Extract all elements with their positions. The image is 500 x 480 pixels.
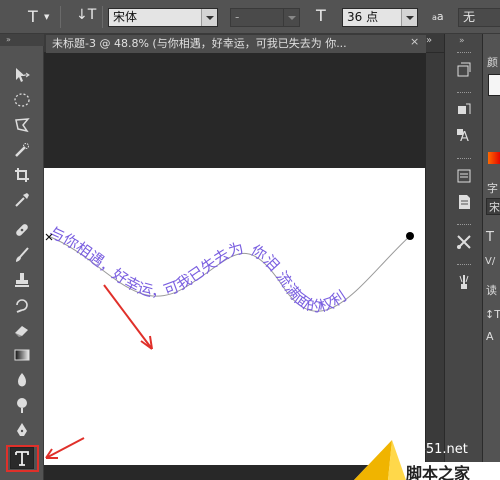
healing-brush-tool-icon[interactable]: [10, 219, 34, 241]
panel-grip[interactable]: [457, 264, 471, 266]
text-orientation-icon[interactable]: ↓T: [76, 7, 96, 23]
history-brush-tool-icon[interactable]: [10, 294, 34, 316]
panel-content-column: 颜 字 宋 T V/ 读 ↕T A: [484, 34, 500, 480]
tools-panel: »: [0, 34, 44, 480]
color-ramp[interactable]: [488, 152, 500, 164]
watermark-name: 脚本之家: [406, 464, 471, 480]
separator: [102, 6, 103, 28]
marquee-tool-icon[interactable]: [10, 89, 34, 111]
font-size-icon: T: [316, 6, 326, 25]
dodge-tool-icon[interactable]: [10, 394, 34, 416]
brush-tool-icon[interactable]: [10, 244, 34, 266]
watermark-site: jb51.net: [414, 442, 468, 457]
watermark: jb51.net 脚本之家: [354, 432, 500, 480]
chevron-down-icon[interactable]: [283, 9, 299, 26]
anti-alias-select[interactable]: 无: [458, 8, 500, 27]
annotation-arrows: [45, 284, 153, 459]
tracking-icon: 读: [486, 284, 497, 297]
character-panel-label[interactable]: 字: [487, 180, 498, 196]
eraser-tool-icon[interactable]: [10, 319, 34, 341]
pen-tool-icon[interactable]: [10, 419, 34, 441]
font-size-value: 36 点: [347, 10, 379, 24]
collapse-toggle[interactable]: »: [459, 36, 465, 46]
vertical-scale-icon: ↕T: [485, 308, 500, 321]
panel-grip[interactable]: [457, 224, 471, 226]
anti-alias-icon: aa: [432, 10, 444, 23]
paragraph-panel-icon[interactable]: [454, 100, 474, 120]
font-family-select[interactable]: 宋体: [108, 8, 218, 27]
workspace: 与你相遇，好幸运，可我已失去为 你泪 流满面的权利: [44, 53, 444, 480]
more-tabs-icon[interactable]: »: [426, 35, 432, 46]
close-icon[interactable]: ×: [410, 35, 419, 48]
panel-grip[interactable]: [457, 92, 471, 94]
right-panel-dock: » A 颜 字 宋 T V/ 读 ↕T A: [444, 34, 500, 480]
anti-alias-value: 无: [463, 10, 476, 24]
document-tab-bar: 未标题-3 @ 48.8% (与你相遇，好幸运，可我已失去为 你... × »: [44, 34, 444, 53]
panel-icons-column: » A: [445, 34, 483, 480]
collapse-toggle[interactable]: »: [0, 34, 44, 46]
clone-stamp-tool-icon[interactable]: [10, 269, 34, 291]
panel-grip[interactable]: [457, 52, 471, 54]
panel-grip[interactable]: [457, 158, 471, 160]
leading-icon: T: [486, 230, 494, 245]
chevron-down-icon[interactable]: ▼: [44, 13, 49, 21]
document-tab[interactable]: 未标题-3 @ 48.8% (与你相遇，好幸运，可我已失去为 你...: [46, 35, 426, 53]
color-panel-label[interactable]: 颜: [487, 54, 498, 70]
blur-tool-icon[interactable]: [10, 369, 34, 391]
baseline-shift-icon: A: [486, 330, 494, 343]
history-panel-icon[interactable]: [454, 60, 474, 80]
font-family-value: 宋体: [113, 10, 138, 24]
font-style-select[interactable]: -: [230, 8, 300, 27]
move-tool-icon[interactable]: [10, 64, 34, 86]
document-tab-title: 未标题-3 @ 48.8% (与你相遇，好幸运，可我已失去为 你...: [52, 37, 347, 50]
gradient-tool-icon[interactable]: [10, 344, 34, 366]
tool-presets-icon[interactable]: [454, 232, 474, 252]
font-style-value: -: [235, 10, 240, 24]
options-bar: T ▼ ↓T 宋体 - T 36 点 aa 无: [0, 0, 500, 34]
type-tool-preset-icon[interactable]: T: [28, 7, 38, 26]
crop-tool-icon[interactable]: [10, 164, 34, 186]
chevron-down-icon[interactable]: [201, 9, 217, 26]
eyedropper-tool-icon[interactable]: [10, 189, 34, 211]
kerning-icon: V/: [485, 256, 496, 267]
notes-panel-icon[interactable]: [454, 192, 474, 212]
font-size-select[interactable]: 36 点: [342, 8, 418, 27]
foreground-color-swatch[interactable]: [488, 74, 500, 96]
highlight-box: [6, 445, 39, 472]
separator: [60, 6, 61, 28]
character-font-field[interactable]: 宋: [486, 198, 500, 215]
character-styles-icon[interactable]: A: [454, 126, 474, 146]
chevron-down-icon[interactable]: [401, 9, 417, 26]
photoshop-window: T ▼ ↓T 宋体 - T 36 点 aa 无 » 未标题-3 @ 48.8% …: [0, 0, 500, 480]
layers-panel-icon[interactable]: [454, 166, 474, 186]
lasso-tool-icon[interactable]: [10, 114, 34, 136]
brush-presets-icon[interactable]: [454, 272, 474, 292]
quick-select-tool-icon[interactable]: [10, 139, 34, 161]
